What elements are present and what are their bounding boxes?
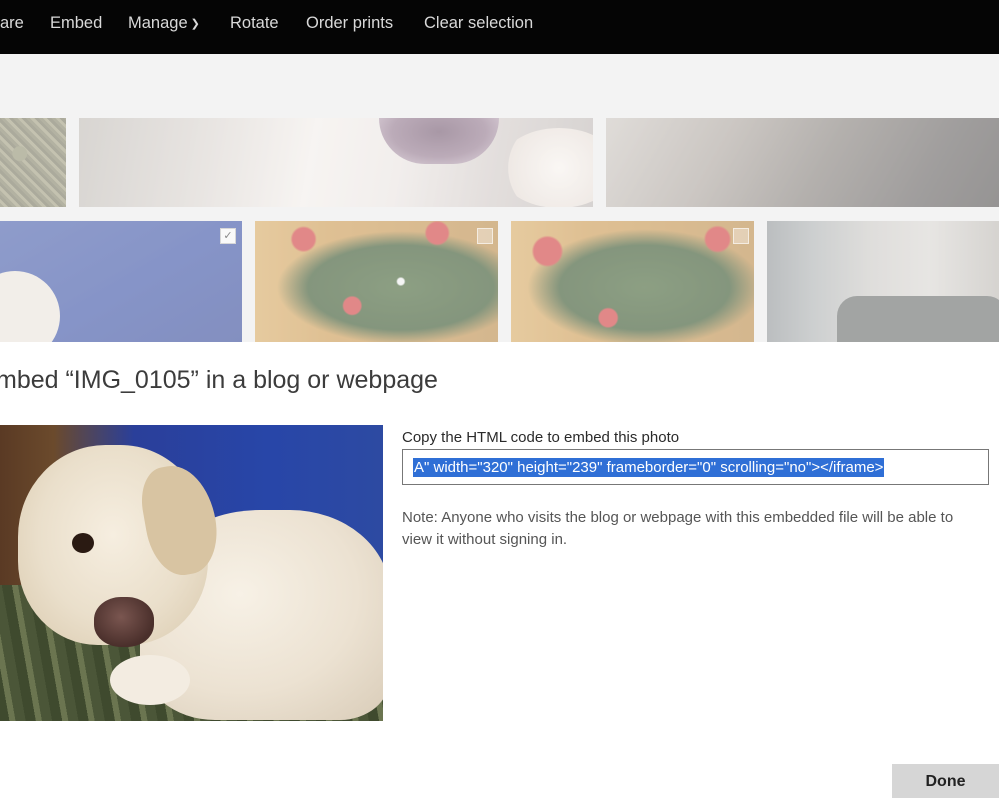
dialog-title: mbed “IMG_0105” in a blog or webpage <box>0 366 438 394</box>
checkbox-checked-icon[interactable]: ✓ <box>220 228 236 244</box>
clear-selection-command[interactable]: Clear selection <box>424 14 533 33</box>
order-prints-command[interactable]: Order prints <box>306 14 393 33</box>
chevron-down-icon: ❯ <box>190 18 200 30</box>
dog-nose <box>94 597 154 647</box>
photo-preview <box>0 425 383 721</box>
checkbox-icon[interactable] <box>477 228 493 244</box>
command-bar: are Embed Manage ❯ Rotate Order prints Cl… <box>0 0 999 54</box>
photo-tile[interactable] <box>767 221 999 342</box>
dog-paw-image <box>499 128 593 207</box>
embed-command[interactable]: Embed <box>50 14 102 33</box>
dog-eye <box>72 533 94 553</box>
photo-gallery: ✓ <box>0 54 999 342</box>
copy-code-label: Copy the HTML code to embed this photo <box>402 429 680 446</box>
photo-tile[interactable] <box>0 118 66 207</box>
manage-label: Manage <box>128 14 188 32</box>
photo-tile[interactable] <box>511 221 754 342</box>
rotate-command[interactable]: Rotate <box>230 14 279 33</box>
embed-note: Note: Anyone who visits the blog or webp… <box>402 509 954 548</box>
photo-tile[interactable] <box>255 221 498 342</box>
manage-command[interactable]: Manage ❯ <box>128 14 200 33</box>
embed-code-selected-text[interactable]: A" width="320" height="239" frameborder=… <box>413 458 885 477</box>
done-button[interactable]: Done <box>892 764 999 798</box>
checkbox-icon[interactable] <box>733 228 749 244</box>
dog-paw <box>110 655 190 705</box>
share-command[interactable]: are <box>0 14 24 33</box>
dog-image <box>0 271 60 342</box>
chair-image <box>837 296 999 342</box>
embed-code-field[interactable]: A" width="320" height="239" frameborder=… <box>402 449 989 485</box>
photo-tile[interactable] <box>606 118 999 207</box>
dog-nose-image <box>379 118 499 164</box>
photo-tile-selected[interactable]: ✓ <box>0 221 242 342</box>
photo-tile[interactable] <box>79 118 593 207</box>
